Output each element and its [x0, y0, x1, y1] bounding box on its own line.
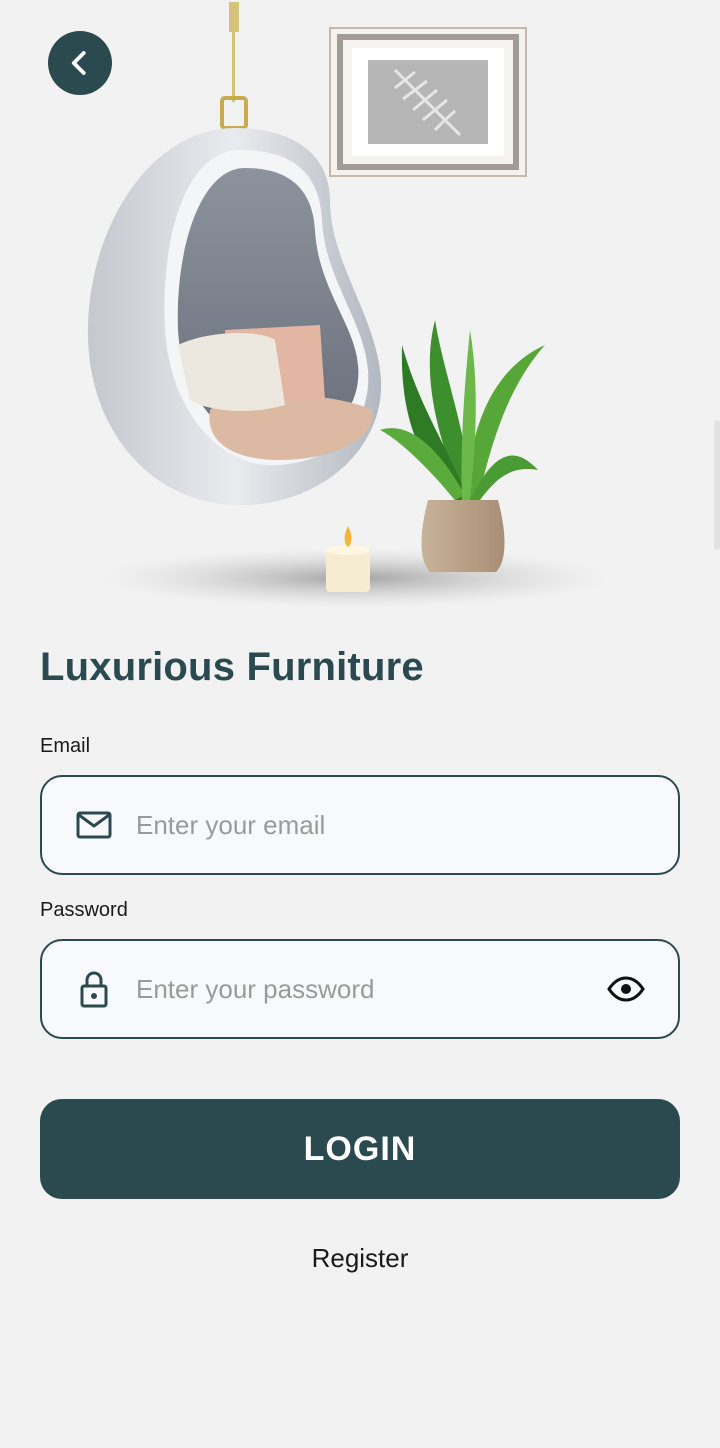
hero-illustration	[87, 2, 610, 608]
wall-frame	[329, 27, 527, 177]
potted-plant	[380, 320, 545, 572]
page-title: Luxurious Furniture	[40, 645, 424, 689]
chevron-left-icon	[71, 51, 86, 75]
email-input[interactable]	[134, 808, 678, 842]
eye-icon[interactable]	[604, 967, 648, 1011]
back-button[interactable]	[48, 31, 112, 95]
lock-icon	[74, 969, 114, 1009]
scrollbar[interactable]	[714, 420, 720, 550]
egg-chair	[87, 128, 382, 506]
candle	[326, 526, 370, 592]
password-input[interactable]	[134, 972, 604, 1006]
email-field-container[interactable]	[40, 775, 680, 875]
password-field-container[interactable]	[40, 939, 680, 1039]
login-button[interactable]: LOGIN	[40, 1099, 680, 1199]
hanging-rod	[229, 2, 239, 32]
register-link[interactable]: Register	[0, 1243, 720, 1274]
email-label: Email	[40, 735, 91, 757]
mail-icon	[74, 805, 114, 845]
password-label: Password	[40, 899, 128, 921]
